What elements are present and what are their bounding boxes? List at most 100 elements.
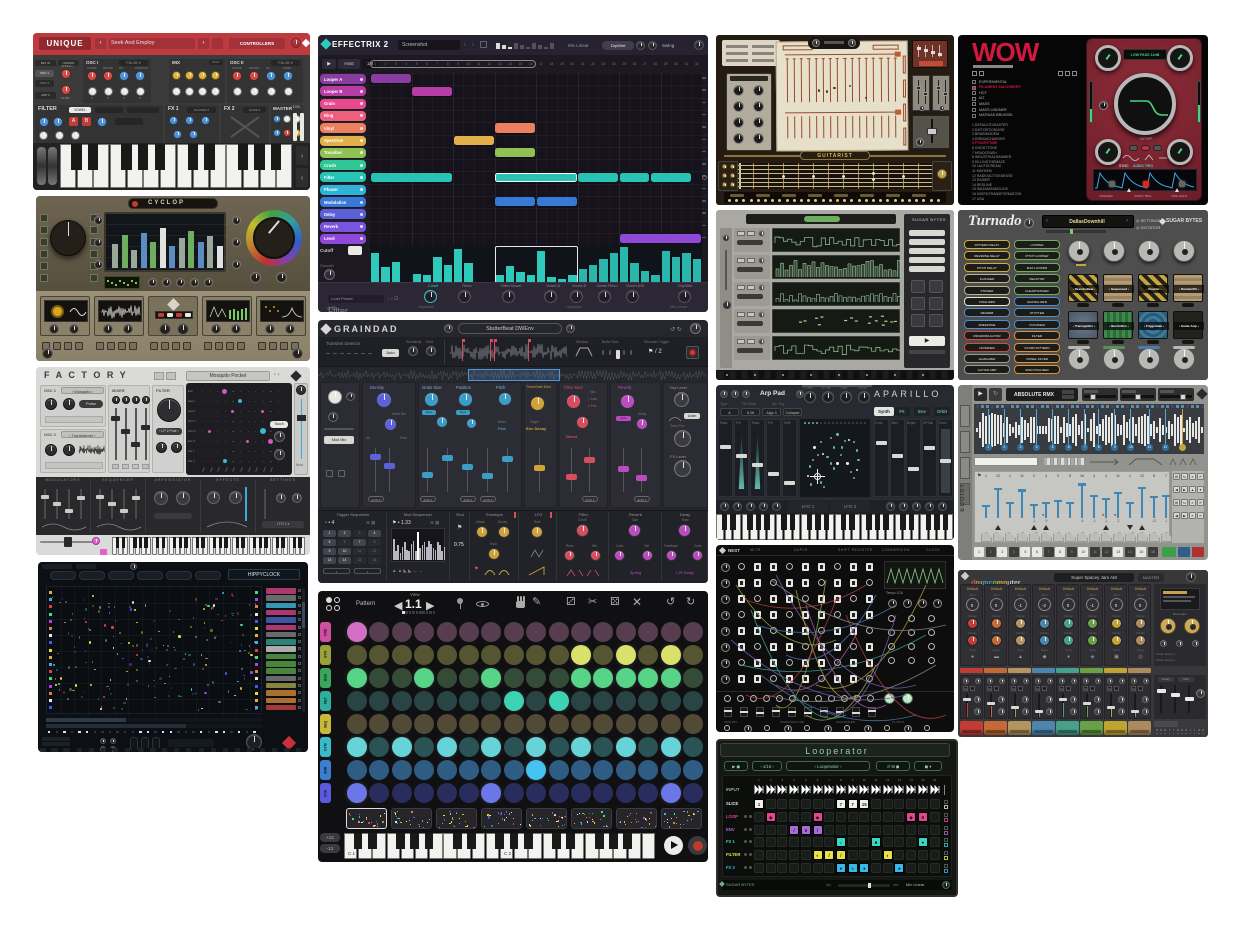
note-dot[interactable] bbox=[241, 668, 243, 670]
preset-pill[interactable] bbox=[804, 216, 840, 222]
reso-knob[interactable] bbox=[1142, 696, 1149, 703]
pattern-cell[interactable] bbox=[414, 691, 434, 711]
kb-cell[interactable] bbox=[718, 371, 723, 379]
pattern-cell[interactable] bbox=[661, 622, 681, 642]
slot-edit-pill[interactable] bbox=[1112, 303, 1124, 307]
tuner-knob[interactable] bbox=[722, 173, 727, 178]
note-dot[interactable] bbox=[92, 595, 94, 597]
slice-number[interactable]: 11 bbox=[1146, 444, 1153, 451]
aparillo-piano-black-key[interactable] bbox=[764, 514, 769, 530]
pattern-cell[interactable] bbox=[661, 714, 681, 734]
note-dot[interactable] bbox=[148, 685, 149, 687]
setting-pill[interactable] bbox=[909, 239, 945, 245]
guitarist-knob[interactable] bbox=[733, 133, 744, 144]
matrix-grid-dot[interactable] bbox=[232, 441, 233, 442]
knob[interactable] bbox=[916, 138, 924, 146]
pattern-cell[interactable] bbox=[437, 645, 457, 665]
knob[interactable] bbox=[590, 550, 601, 561]
pattern-cell[interactable] bbox=[437, 668, 457, 688]
note-dot[interactable] bbox=[110, 693, 112, 695]
knob[interactable] bbox=[1098, 203, 1100, 205]
step-button[interactable]: 5 bbox=[1020, 547, 1030, 557]
pattern-cell[interactable] bbox=[504, 737, 524, 757]
mini-fader-track[interactable] bbox=[123, 489, 125, 519]
unique-piano-black-key[interactable] bbox=[254, 144, 264, 170]
step-button[interactable]: 2 bbox=[986, 547, 996, 557]
pattern-cell[interactable] bbox=[459, 691, 479, 711]
kb-strip-cell[interactable] bbox=[211, 748, 216, 752]
small-knob[interactable] bbox=[148, 278, 157, 287]
end-pill[interactable]: END ▾ bbox=[634, 496, 650, 502]
note-dot[interactable] bbox=[183, 658, 186, 660]
step-dot[interactable] bbox=[230, 731, 232, 733]
seq-cell[interactable] bbox=[813, 837, 823, 847]
pattern-cell[interactable] bbox=[549, 645, 569, 665]
knob[interactable] bbox=[458, 392, 473, 407]
master-fader-cap[interactable] bbox=[1185, 697, 1194, 701]
view-page-dot[interactable] bbox=[405, 611, 408, 614]
left-effect-button[interactable]: FREEZONE bbox=[964, 320, 1010, 329]
pattern-thumbnail[interactable] bbox=[616, 808, 657, 829]
guitar-string[interactable] bbox=[738, 182, 932, 183]
fader-handle[interactable] bbox=[752, 463, 763, 467]
knob[interactable] bbox=[156, 442, 167, 453]
pattern-cell[interactable] bbox=[481, 783, 501, 803]
seq-cell[interactable]: / bbox=[813, 825, 823, 835]
note-dot[interactable] bbox=[239, 650, 241, 652]
decay-knob[interactable] bbox=[1111, 618, 1122, 629]
red-pill[interactable] bbox=[919, 61, 943, 66]
bottom-pill[interactable] bbox=[1154, 721, 1178, 727]
mode-button[interactable] bbox=[1153, 145, 1162, 151]
aparillo-piano-black-key[interactable] bbox=[934, 514, 939, 530]
note-dot[interactable] bbox=[69, 688, 71, 691]
mod-fader-track[interactable] bbox=[467, 448, 468, 492]
right-effect-button[interactable]: CLEARHANGER bbox=[1014, 286, 1060, 295]
pattern-cell[interactable] bbox=[616, 737, 636, 757]
pattern-cell[interactable] bbox=[481, 737, 501, 757]
matrix-grid-dot[interactable] bbox=[240, 421, 241, 422]
accent-down[interactable] bbox=[1127, 525, 1133, 530]
trig-step[interactable]: 5 bbox=[323, 539, 336, 546]
seq-cell[interactable] bbox=[766, 837, 776, 847]
fader-handle[interactable] bbox=[876, 441, 887, 445]
trig-step[interactable]: 4 bbox=[368, 530, 381, 537]
seq-cell[interactable] bbox=[848, 825, 858, 835]
note-dot[interactable] bbox=[55, 678, 57, 681]
view-page-dot[interactable] bbox=[422, 611, 425, 614]
mixer-bar[interactable] bbox=[207, 236, 213, 268]
density-knob[interactable] bbox=[376, 392, 392, 408]
note-dot[interactable] bbox=[104, 624, 106, 627]
pattern-cell[interactable] bbox=[526, 622, 546, 642]
slot-edit-pill[interactable] bbox=[1077, 340, 1089, 344]
env-shape[interactable] bbox=[1017, 532, 1028, 542]
kb-cell[interactable] bbox=[901, 371, 906, 379]
unique-piano-black-key[interactable] bbox=[271, 144, 281, 170]
matrix-dot[interactable] bbox=[1198, 733, 1200, 735]
guitarist-knob[interactable] bbox=[733, 117, 744, 128]
step-button[interactable]: 1 bbox=[974, 547, 984, 557]
pattern-cell[interactable] bbox=[437, 714, 457, 734]
pattern-cell[interactable] bbox=[369, 760, 389, 780]
kb-strip-cell[interactable] bbox=[144, 748, 149, 752]
master-fader-cap[interactable] bbox=[1157, 689, 1166, 693]
pattern-cell[interactable] bbox=[571, 714, 591, 734]
constellation-dot[interactable] bbox=[850, 471, 852, 473]
preset-item[interactable]: 11 MAYHEM bbox=[972, 169, 992, 173]
fx2-mode[interactable]: NONE ▾ bbox=[243, 107, 266, 113]
mini-fader-track[interactable] bbox=[80, 489, 82, 519]
seq-tool-button[interactable]: ⇆ bbox=[1181, 473, 1188, 480]
pattern-piano-black-key[interactable] bbox=[524, 833, 533, 849]
obscurium-preset-display[interactable]: HIPPYCLOCK bbox=[228, 569, 300, 580]
param-row[interactable] bbox=[266, 683, 296, 689]
preset-item[interactable]: 8 INDUSTRIALHAMMER bbox=[972, 155, 1011, 159]
knob[interactable] bbox=[88, 87, 97, 96]
knob[interactable] bbox=[110, 738, 116, 744]
category-item[interactable]: IAT bbox=[979, 96, 984, 100]
step-dot[interactable] bbox=[937, 199, 940, 202]
pattern-piano-black-key[interactable] bbox=[368, 833, 377, 849]
repeat-marker[interactable]: < bbox=[1114, 512, 1116, 517]
lr-delay-label[interactable]: L/R Delay bbox=[663, 570, 707, 575]
row-button[interactable] bbox=[747, 231, 755, 236]
slot-edit-pill[interactable] bbox=[1147, 303, 1159, 307]
guitarist-knob[interactable] bbox=[753, 101, 764, 112]
